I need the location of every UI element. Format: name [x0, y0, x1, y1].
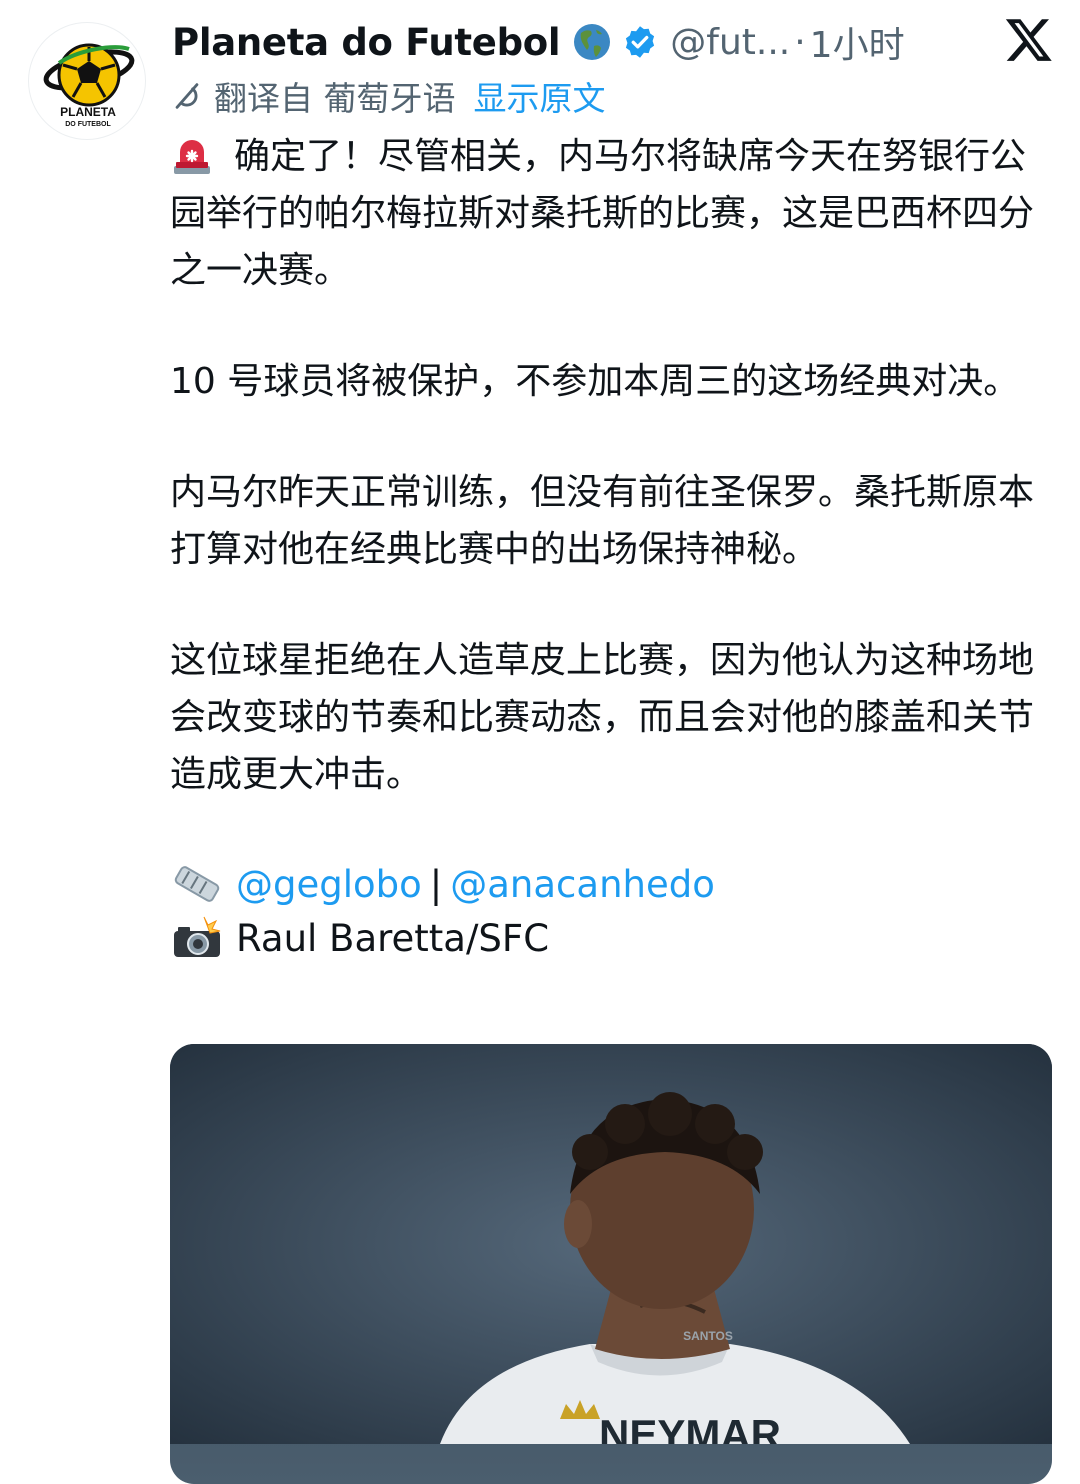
photo-credit: Raul Baretta/SFC	[236, 916, 550, 960]
avatar-text-2: DO FUTEBOL	[65, 121, 111, 128]
x-logo-icon[interactable]	[1004, 14, 1054, 64]
tweet-header: Planeta do Futebol @fut... · 1小时	[172, 14, 1056, 70]
show-original-link[interactable]: 显示原文	[474, 72, 606, 120]
tweet-body: 确定了！尽管相关，内马尔将缺席今天在努银行公园举行的帕尔梅拉斯对桑托斯的比赛，这…	[170, 128, 1050, 965]
author-handle[interactable]: @fut...	[670, 22, 790, 63]
tweet-paragraph: 这位球星拒绝在人造草皮上比赛，因为他认为这种场地会改变球的节奏和比赛动态，而且会…	[170, 640, 1035, 795]
mention-anacanhedo[interactable]: @anacanhedo	[450, 856, 715, 913]
tweet-paragraph: 10 号球员将被保护，不参加本周三的这场经典对决。	[170, 361, 1020, 402]
translated-from-label: 翻译自 葡萄牙语	[214, 79, 456, 118]
photo-credit-line: Raul Baretta/SFC	[170, 911, 1050, 965]
mention-geglobo[interactable]: @geglobo	[236, 856, 422, 913]
rotating-light-icon	[174, 140, 210, 174]
translation-row: 翻译自 葡萄牙语 显示原文	[170, 72, 606, 120]
rolled-newspaper-icon	[174, 866, 220, 902]
attached-photo[interactable]: SANTOS NEYMAR	[170, 1044, 1052, 1484]
paragraph-text: 确定了！尽管相关，内马尔将缺席今天在努银行公园举行的帕尔梅拉斯对桑托斯的比赛，这…	[170, 136, 1035, 291]
translate-icon	[175, 83, 199, 109]
tweet-paragraph: 内马尔昨天正常训练，但没有前往圣保罗。桑托斯原本打算对他在经典比赛中的出场保持神…	[170, 472, 1035, 570]
tweet-paragraph: 确定了！尽管相关，内马尔将缺席今天在努银行公园举行的帕尔梅拉斯对桑托斯的比赛，这…	[170, 128, 1050, 299]
jersey-name: NEYMAR	[599, 1411, 781, 1444]
player-photo: SANTOS NEYMAR	[170, 1044, 1052, 1458]
verified-badge-icon[interactable]	[622, 24, 658, 60]
avatar-text-1: PLANETA	[60, 105, 116, 119]
display-name[interactable]: Planeta do Futebol	[172, 21, 561, 64]
globe-americas-icon	[574, 24, 611, 60]
source-line: @geglobo | @anacanhedo	[170, 857, 1050, 911]
header-separator: ·	[794, 21, 806, 63]
author-avatar[interactable]: PLANETA DO FUTEBOL	[28, 22, 146, 140]
jersey-text: SANTOS	[683, 1329, 733, 1343]
planeta-logo: PLANETA DO FUTEBOL	[43, 43, 135, 128]
mention-separator: |	[429, 862, 443, 906]
timestamp[interactable]: 1小时	[810, 16, 905, 68]
camera-flash-icon	[174, 916, 221, 957]
